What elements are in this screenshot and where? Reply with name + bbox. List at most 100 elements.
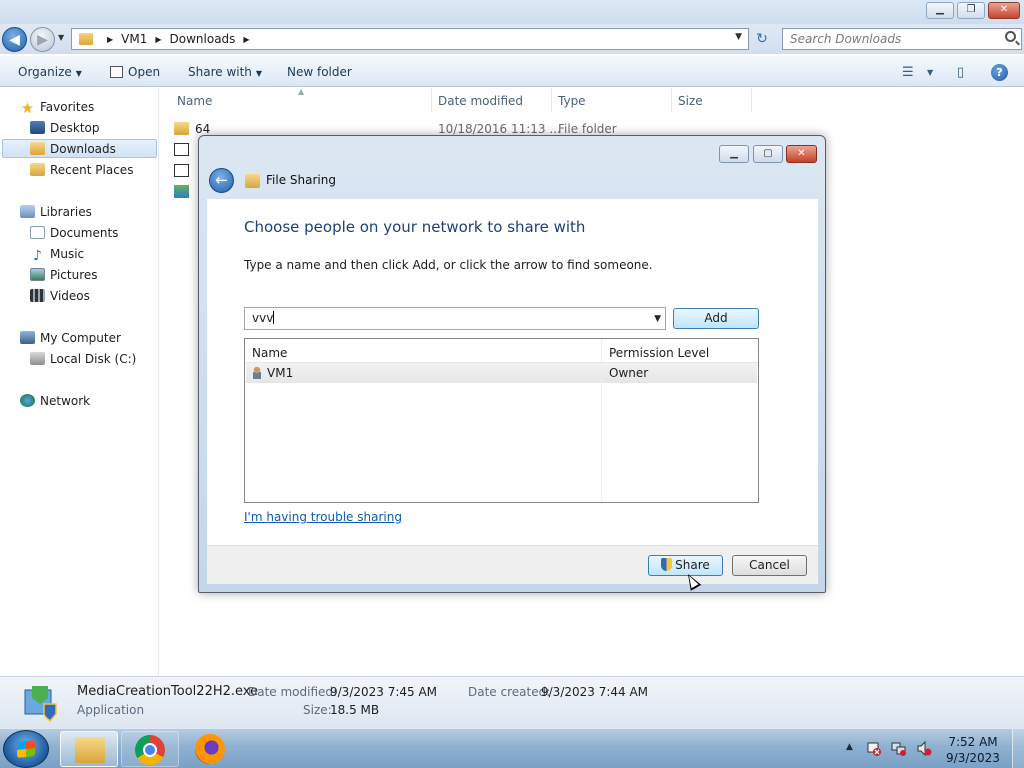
refresh-button[interactable]: ↻ (752, 30, 772, 50)
column-divider[interactable] (551, 88, 552, 112)
back-button[interactable]: ◀ (2, 27, 27, 52)
share-list: Name Permission Level VM1 Owner (244, 338, 759, 503)
nav-favorites[interactable]: ★ Favorites (20, 98, 94, 117)
file-type: File folder (558, 122, 617, 136)
command-bar: Organize ▼ Open Share with ▼ New folder ☰ … (0, 56, 1024, 87)
column-header-size[interactable]: Size (678, 94, 703, 108)
address-dropdown-icon[interactable]: ▼ (735, 32, 742, 42)
volume-muted-icon[interactable] (916, 741, 932, 756)
documents-icon (30, 226, 45, 239)
nav-label: Local Disk (C:) (50, 352, 137, 366)
file-row[interactable] (174, 143, 195, 157)
organize-label: Organize (18, 65, 72, 79)
forward-button[interactable]: ▶ (30, 27, 55, 52)
start-button[interactable] (3, 730, 49, 768)
column-header-date-modified[interactable]: Date modified (438, 94, 523, 108)
column-divider[interactable] (431, 88, 432, 112)
share-permission-dropdown[interactable]: Owner (609, 366, 648, 380)
view-dropdown-icon[interactable]: ▼ (927, 68, 933, 77)
libraries-icon (20, 205, 35, 218)
nav-my-computer[interactable]: My Computer (20, 329, 121, 348)
share-name-combobox[interactable]: vvv ▼ (244, 307, 666, 330)
column-header-permission-level[interactable]: Permission Level (609, 346, 709, 360)
details-pane: MediaCreationTool22H2.exe Application Da… (0, 676, 1024, 728)
address-row: ◀ ▶ ▼ ▶ VM1 ▶ Downloads ▶ ▼ ↻ Search Dow… (0, 24, 1024, 54)
new-folder-button[interactable]: New folder (287, 65, 352, 79)
folder-icon (174, 122, 189, 135)
breadcrumb-downloads[interactable]: Downloads (170, 32, 236, 46)
computer-icon (20, 331, 35, 344)
firefox-icon (195, 734, 225, 764)
breadcrumb-vm1[interactable]: VM1 (121, 32, 147, 46)
chevron-down-icon[interactable]: ▼ (654, 309, 661, 330)
search-icon[interactable] (1005, 31, 1016, 42)
minimize-button[interactable]: ▁ (926, 2, 954, 19)
nav-downloads[interactable]: Downloads (2, 139, 157, 158)
column-header-name[interactable]: Name (252, 346, 287, 360)
breadcrumb-arrow-icon[interactable]: ▶ (107, 35, 113, 44)
taskbar: ▲ 7:52 AM 9/3/2023 (0, 728, 1024, 768)
action-center-icon[interactable] (866, 741, 882, 756)
zip-file-icon (174, 143, 189, 156)
details-date-created: 9/3/2023 7:44 AM (541, 685, 649, 699)
navigation-pane: ★ Favorites Desktop Downloads Recent Plac… (0, 88, 159, 676)
search-input[interactable]: Search Downloads (782, 28, 1022, 50)
clock-time: 7:52 AM (948, 735, 998, 749)
file-row[interactable] (174, 164, 195, 178)
change-view-icon[interactable]: ☰ (902, 65, 914, 80)
restore-button[interactable]: ❐ (957, 2, 985, 19)
organize-button[interactable]: Organize ▼ (18, 65, 82, 79)
nav-videos[interactable]: Videos (30, 287, 90, 306)
network-status-icon[interactable] (891, 741, 907, 756)
share-button[interactable]: Share (648, 555, 723, 576)
breadcrumb-arrow-icon[interactable]: ▶ (155, 35, 161, 44)
dialog-back-button[interactable]: ← (209, 168, 234, 193)
add-button[interactable]: Add (673, 308, 759, 329)
dialog-instructions: Type a name and then click Add, or click… (244, 258, 653, 272)
share-name-value: vvv (252, 311, 274, 325)
details-date-created-label: Date created: (468, 685, 551, 699)
taskbar-firefox[interactable] (182, 731, 240, 767)
breadcrumb-arrow-icon[interactable]: ▶ (243, 35, 249, 44)
taskbar-chrome[interactable] (121, 731, 179, 767)
open-icon (110, 66, 123, 78)
nav-music[interactable]: ♪ Music (30, 245, 84, 264)
close-button[interactable]: ✕ (988, 2, 1020, 19)
column-divider[interactable] (601, 339, 602, 501)
show-desktop-button[interactable] (1012, 729, 1024, 768)
nav-label: Libraries (40, 205, 92, 219)
nav-label: Network (40, 394, 91, 408)
dialog-close-button[interactable]: ✕ (786, 145, 817, 163)
column-header-name[interactable]: Name (177, 94, 212, 108)
nav-documents[interactable]: Documents (30, 224, 118, 243)
column-divider[interactable] (671, 88, 672, 112)
help-icon[interactable]: ? (991, 64, 1008, 81)
share-with-label: Share with (188, 65, 252, 79)
taskbar-explorer[interactable] (60, 731, 118, 767)
share-list-row[interactable]: VM1 Owner (246, 363, 757, 383)
nav-local-disk[interactable]: Local Disk (C:) (30, 350, 136, 369)
cancel-button[interactable]: Cancel (732, 555, 807, 576)
show-hidden-icons-icon[interactable]: ▲ (846, 742, 853, 752)
file-row[interactable]: 64 (174, 122, 210, 136)
nav-pictures[interactable]: Pictures (30, 266, 98, 285)
nav-recent-places[interactable]: Recent Places (30, 161, 133, 180)
column-divider[interactable] (751, 88, 752, 112)
nav-network[interactable]: Network (20, 392, 90, 411)
taskbar-clock[interactable]: 7:52 AM 9/3/2023 (945, 734, 1001, 766)
dialog-maximize-button[interactable]: ▢ (753, 145, 783, 163)
nav-libraries[interactable]: Libraries (20, 203, 92, 222)
share-with-button[interactable]: Share with ▼ (188, 65, 262, 79)
column-header-type[interactable]: Type (558, 94, 586, 108)
preview-pane-icon[interactable]: ▯ (957, 65, 964, 80)
chrome-icon (135, 735, 165, 765)
recent-pages-dropdown[interactable]: ▼ (58, 33, 64, 42)
nav-desktop[interactable]: Desktop (30, 119, 100, 138)
dialog-minimize-button[interactable]: ▁ (719, 145, 749, 163)
trouble-sharing-link[interactable]: I'm having trouble sharing (244, 510, 402, 524)
address-bar[interactable]: ▶ VM1 ▶ Downloads ▶ ▼ (71, 28, 749, 50)
hard-disk-icon (30, 352, 45, 365)
search-placeholder: Search Downloads (790, 32, 902, 46)
open-button[interactable]: Open (110, 65, 160, 79)
file-row[interactable] (174, 185, 195, 199)
